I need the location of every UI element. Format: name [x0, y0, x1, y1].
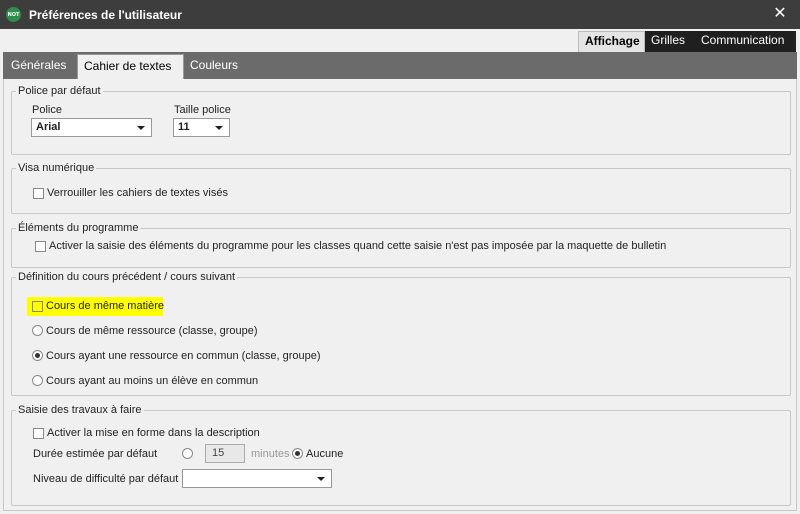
size-label: Taille police: [174, 104, 231, 116]
group-programme-legend: Éléments du programme: [16, 222, 141, 234]
group-police-legend: Police par défaut: [16, 85, 103, 97]
programme-checkbox-label: Activer la saisie des éléments du progra…: [49, 240, 667, 252]
group-police: Police par défaut Police Arial Taille po…: [11, 85, 791, 155]
app-logo-icon: NOT: [6, 7, 21, 22]
window-title: Préférences de l'utilisateur: [29, 8, 182, 22]
font-label: Police: [32, 104, 62, 116]
font-select[interactable]: Arial: [31, 118, 152, 137]
subtab-couleurs[interactable]: Couleurs: [184, 54, 246, 79]
group-travaux-legend: Saisie des travaux à faire: [16, 404, 144, 416]
chevron-down-icon: [137, 126, 145, 130]
radio-common-resource[interactable]: [32, 350, 43, 361]
settings-panel: Police par défaut Police Arial Taille po…: [3, 79, 797, 511]
group-definition: Définition du cours précédent / cours su…: [11, 271, 791, 396]
radio-duration[interactable]: [182, 448, 193, 459]
group-travaux: Saisie des travaux à faire Activer la mi…: [11, 404, 791, 506]
title-bar: NOT Préférences de l'utilisateur ✕: [0, 0, 800, 29]
visa-checkbox[interactable]: [33, 188, 44, 199]
font-size-select[interactable]: 11: [173, 118, 230, 137]
difficulty-select[interactable]: [182, 469, 332, 488]
font-size-value: 11: [178, 121, 190, 133]
same-subject-label: Cours de même matière: [46, 300, 164, 312]
group-visa: Visa numérique Verrouiller les cahiers d…: [11, 162, 791, 214]
radio-none[interactable]: [292, 448, 303, 459]
radio-common-student-label: Cours ayant au moins un élève en commun: [46, 375, 259, 387]
subtab-cahier-de-textes[interactable]: Cahier de textes: [77, 54, 184, 79]
radio-same-resource-label: Cours de même ressource (classe, groupe): [46, 325, 258, 337]
difficulty-label: Niveau de difficulté par défaut: [33, 473, 179, 485]
radio-common-student[interactable]: [32, 375, 43, 386]
minutes-label: minutes: [251, 448, 290, 460]
tab-communication[interactable]: Communication: [695, 31, 796, 52]
programme-checkbox[interactable]: [35, 241, 46, 252]
group-visa-legend: Visa numérique: [16, 162, 97, 174]
font-select-value: Arial: [36, 121, 61, 133]
radio-common-resource-label: Cours ayant une ressource en commun (cla…: [46, 350, 321, 362]
duration-label: Durée estimée par défaut: [33, 448, 158, 460]
top-tab-bar: Affichage Grilles Communication: [0, 29, 800, 52]
tab-grilles[interactable]: Grilles: [645, 31, 695, 52]
close-icon[interactable]: ✕: [772, 5, 788, 23]
tab-affichage[interactable]: Affichage: [578, 31, 645, 52]
same-subject-checkbox[interactable]: [32, 301, 43, 312]
chevron-down-icon: [317, 477, 325, 481]
group-programme: Éléments du programme Activer la saisie …: [11, 222, 791, 268]
sub-tab-bar: Générales Cahier de textes Couleurs: [3, 52, 797, 79]
radio-same-resource[interactable]: [32, 325, 43, 336]
subtab-generales[interactable]: Générales: [5, 54, 75, 79]
duration-input[interactable]: 15: [205, 444, 245, 463]
group-definition-legend: Définition du cours précédent / cours su…: [16, 271, 238, 283]
format-checkbox[interactable]: [33, 428, 44, 439]
chevron-down-icon: [215, 126, 223, 130]
none-label: Aucune: [306, 448, 344, 460]
visa-checkbox-label: Verrouiller les cahiers de textes visés: [47, 187, 228, 199]
format-checkbox-label: Activer la mise en forme dans la descrip…: [47, 427, 260, 439]
